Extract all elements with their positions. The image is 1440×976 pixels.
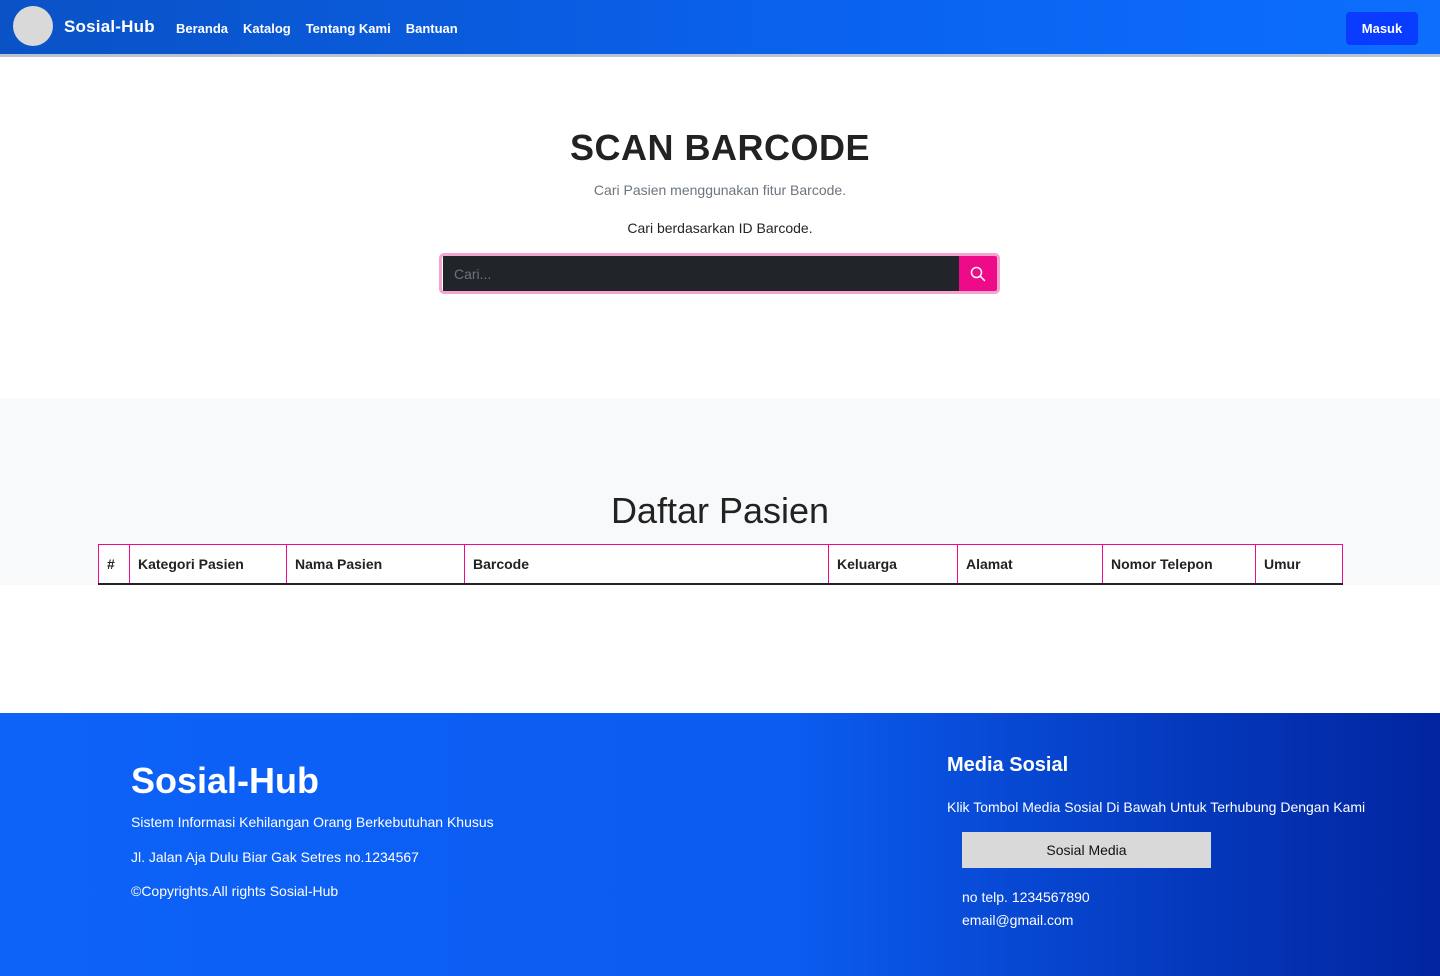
scan-section: SCAN BARCODE Cari Pasien menggunakan fit… [0, 60, 1440, 398]
page-title: SCAN BARCODE [569, 127, 870, 168]
footer-phone: no telp. 1234567890 [962, 889, 1090, 905]
footer: Sosial-Hub Sistem Informasi Kehilangan O… [0, 713, 1440, 976]
footer-description: Sistem Informasi Kehilangan Orang Berkeb… [131, 814, 494, 830]
logo[interactable] [13, 6, 53, 46]
column-header-alamat: Alamat [957, 544, 1103, 584]
patient-table: # Kategori Pasien Nama Pasien Barcode Ke… [98, 544, 1343, 585]
nav-links: Beranda Katalog Tentang Kami Bantuan [176, 21, 473, 36]
search-label: Cari berdasarkan ID Barcode. [627, 220, 813, 236]
nav-link-bantuan[interactable]: Bantuan [406, 21, 458, 36]
footer-copyright: ©Copyrights.All rights Sosial-Hub [131, 883, 339, 899]
column-header-umur: Umur [1264, 556, 1301, 572]
page-subtitle: Cari Pasien menggunakan fitur Barcode. [593, 182, 847, 198]
login-button[interactable]: Masuk [1346, 12, 1418, 45]
nav-link-beranda[interactable]: Beranda [176, 21, 228, 36]
column-header-barcode: Barcode [464, 544, 829, 584]
footer-media-title: Media Sosial [947, 754, 1069, 776]
table-header-row: # Kategori Pasien Nama Pasien Barcode Ke… [98, 544, 1343, 584]
brand-name[interactable]: Sosial-Hub [64, 17, 155, 37]
column-header-number: # [98, 544, 130, 584]
patient-list-title: Daftar Pasien [610, 490, 830, 531]
search-input[interactable] [442, 256, 959, 291]
footer-media-text: Klik Tombol Media Sosial Di Bawah Untuk … [947, 799, 1366, 815]
column-header-kategori: Kategori Pasien [129, 544, 287, 584]
search-icon [970, 266, 986, 281]
social-media-button[interactable]: Sosial Media [962, 832, 1211, 868]
nav-link-katalog[interactable]: Katalog [243, 21, 291, 36]
search-button[interactable] [959, 256, 997, 291]
footer-brand: Sosial-Hub [131, 760, 320, 801]
search-bar [439, 253, 1000, 294]
navbar: Sosial-Hub Beranda Katalog Tentang Kami … [0, 0, 1440, 57]
nav-link-tentang-kami[interactable]: Tentang Kami [306, 21, 391, 36]
footer-email[interactable]: email@gmail.com [962, 912, 1073, 928]
column-header-telepon: Nomor Telepon [1102, 544, 1256, 584]
column-header-keluarga: Keluarga [828, 544, 958, 584]
column-header-nama: Nama Pasien [286, 544, 465, 584]
footer-address: Jl. Jalan Aja Dulu Biar Gak Setres no.12… [131, 849, 419, 865]
